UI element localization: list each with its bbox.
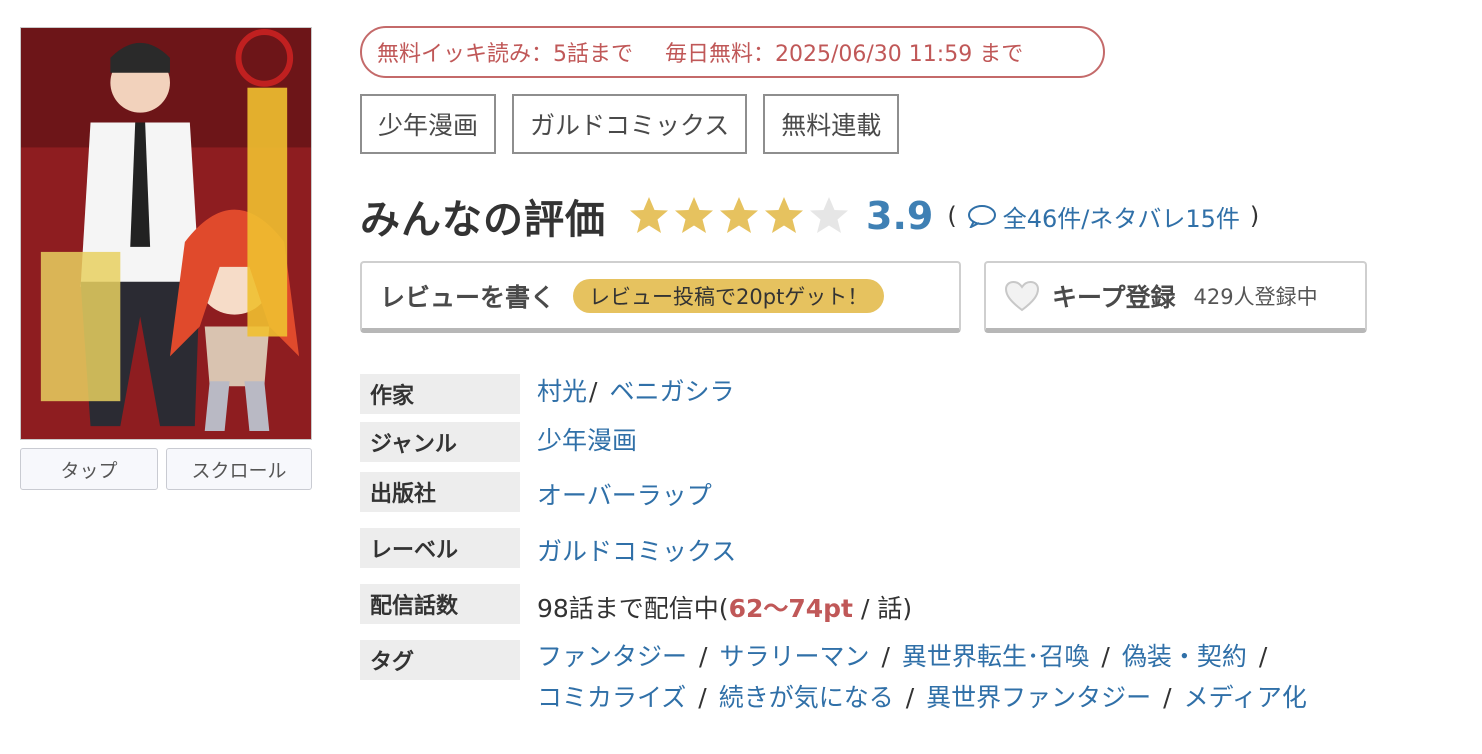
star-empty-icon	[810, 197, 848, 233]
publisher-label: 出版社	[360, 472, 520, 512]
write-review-label: レビューを書く	[380, 282, 556, 312]
category-tag[interactable]: ガルドコミックス	[512, 94, 748, 154]
genre-link[interactable]: 少年漫画	[537, 426, 637, 455]
tag-separator: /	[698, 683, 707, 712]
star-filled-icon	[675, 197, 713, 233]
genre-label: ジャンル	[360, 422, 520, 462]
episodes-value: 98話まで配信中(62〜74pt / 話)	[537, 589, 912, 625]
tags-line-2: コミカライズ / 続きが気になる / 異世界ファンタジー / メディア化	[537, 678, 1307, 714]
label-label: レーベル	[360, 528, 520, 568]
tag-link[interactable]: メディア化	[1184, 683, 1307, 712]
free-reading-banner: 無料イッキ読み：5話まで 毎日無料：2025/06/30 11:59 まで	[360, 26, 1105, 78]
author-value: 村光/ ベニガシラ	[537, 372, 734, 408]
tag-separator: /	[699, 642, 708, 671]
rating-row: みんなの評価 3.9 ( 全46件/ネタバレ15件 )	[360, 188, 1259, 244]
author-link[interactable]: 村光	[537, 377, 587, 406]
author-label: 作家	[360, 374, 520, 414]
tag-separator: /	[1258, 642, 1268, 671]
scroll-view-button[interactable]: スクロール	[166, 448, 312, 490]
tag-separator: /	[1163, 683, 1172, 712]
tag-link[interactable]: ファンタジー	[537, 642, 687, 671]
episodes-label: 配信話数	[360, 584, 520, 624]
review-count-text: 全46件/ネタバレ15件	[1002, 204, 1240, 233]
tag-separator: /	[905, 683, 915, 712]
category-tags: 少年漫画 ガルドコミックス 無料連載	[360, 94, 900, 154]
tag-link[interactable]: 偽装・契約	[1122, 642, 1247, 671]
keep-count: 429人登録中	[1193, 284, 1318, 309]
label-value: ガルドコミックス	[537, 532, 736, 568]
tags-line-1: ファンタジー / サラリーマン / 異世界転生･召喚 / 偽装・契約 /	[537, 637, 1279, 673]
star-filled-icon	[765, 197, 803, 233]
keep-button[interactable]: キープ登録 429人登録中	[984, 261, 1367, 333]
publisher-link[interactable]: オーバーラップ	[537, 481, 712, 510]
cover-image[interactable]	[20, 27, 312, 440]
publisher-value: オーバーラップ	[537, 476, 712, 512]
tap-view-button[interactable]: タップ	[20, 448, 158, 490]
heart-icon	[1004, 280, 1040, 311]
episodes-price: 62〜74pt	[728, 594, 854, 623]
tag-link[interactable]: 異世界ファンタジー	[926, 683, 1151, 712]
episodes-suffix: / 話)	[853, 594, 913, 623]
tag-separator: /	[1101, 642, 1110, 671]
write-review-button[interactable]: レビューを書く レビュー投稿で20ptゲット！	[360, 261, 961, 333]
category-tag[interactable]: 少年漫画	[360, 94, 497, 154]
cover-artwork	[21, 28, 311, 439]
close-paren: )	[1249, 202, 1260, 230]
tag-separator: /	[881, 642, 890, 671]
keep-label: キープ登録	[1052, 282, 1176, 312]
review-counts: ( 全46件/ネタバレ15件 )	[947, 199, 1259, 234]
tag-link[interactable]: 続きが気になる	[719, 683, 894, 712]
tag-link[interactable]: サラリーマン	[719, 642, 869, 671]
free-ikki-text: 無料イッキ読み：5話まで	[377, 42, 633, 67]
tag-link[interactable]: コミカライズ	[537, 683, 686, 712]
tag-link[interactable]: 異世界転生･召喚	[902, 642, 1090, 671]
genre-value: 少年漫画	[537, 421, 637, 457]
episodes-prefix: 98話まで配信中(	[537, 594, 729, 623]
speech-bubble-icon	[967, 205, 996, 228]
star-filled-icon	[630, 197, 668, 233]
author-separator: /	[589, 377, 598, 406]
review-count-link[interactable]: 全46件/ネタバレ15件	[957, 199, 1240, 234]
free-daily-text: 毎日無料：2025/06/30 11:59 まで	[665, 42, 1024, 67]
star-filled-icon	[720, 197, 758, 233]
tags-label: タグ	[360, 640, 520, 680]
open-paren: (	[947, 202, 957, 230]
rating-title: みんなの評価	[360, 197, 606, 243]
review-bonus-badge: レビュー投稿で20ptゲット！	[573, 278, 885, 313]
category-tag[interactable]: 無料連載	[763, 94, 900, 154]
label-link[interactable]: ガルドコミックス	[537, 537, 736, 566]
author-link[interactable]: ベニガシラ	[609, 377, 734, 406]
cover-view-buttons: タップ スクロール	[20, 448, 312, 490]
rating-score: 3.9	[866, 194, 934, 238]
star-rating	[628, 195, 850, 237]
